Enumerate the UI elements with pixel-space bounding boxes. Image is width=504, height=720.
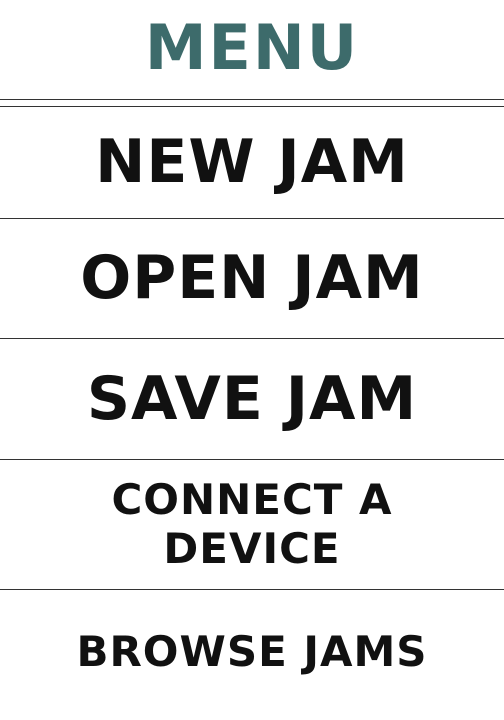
menu-title: MENU <box>144 10 360 84</box>
open-jam-button[interactable]: OPEN JAM <box>0 219 504 338</box>
header-divider-top <box>0 99 504 100</box>
browse-jams-button[interactable]: BROWSE JAMS <box>0 590 504 715</box>
connect-device-button[interactable]: CONNECT A DEVICE <box>0 460 504 589</box>
new-jam-button[interactable]: NEW JAM <box>0 107 504 218</box>
save-jam-button[interactable]: SAVE JAM <box>0 339 504 459</box>
